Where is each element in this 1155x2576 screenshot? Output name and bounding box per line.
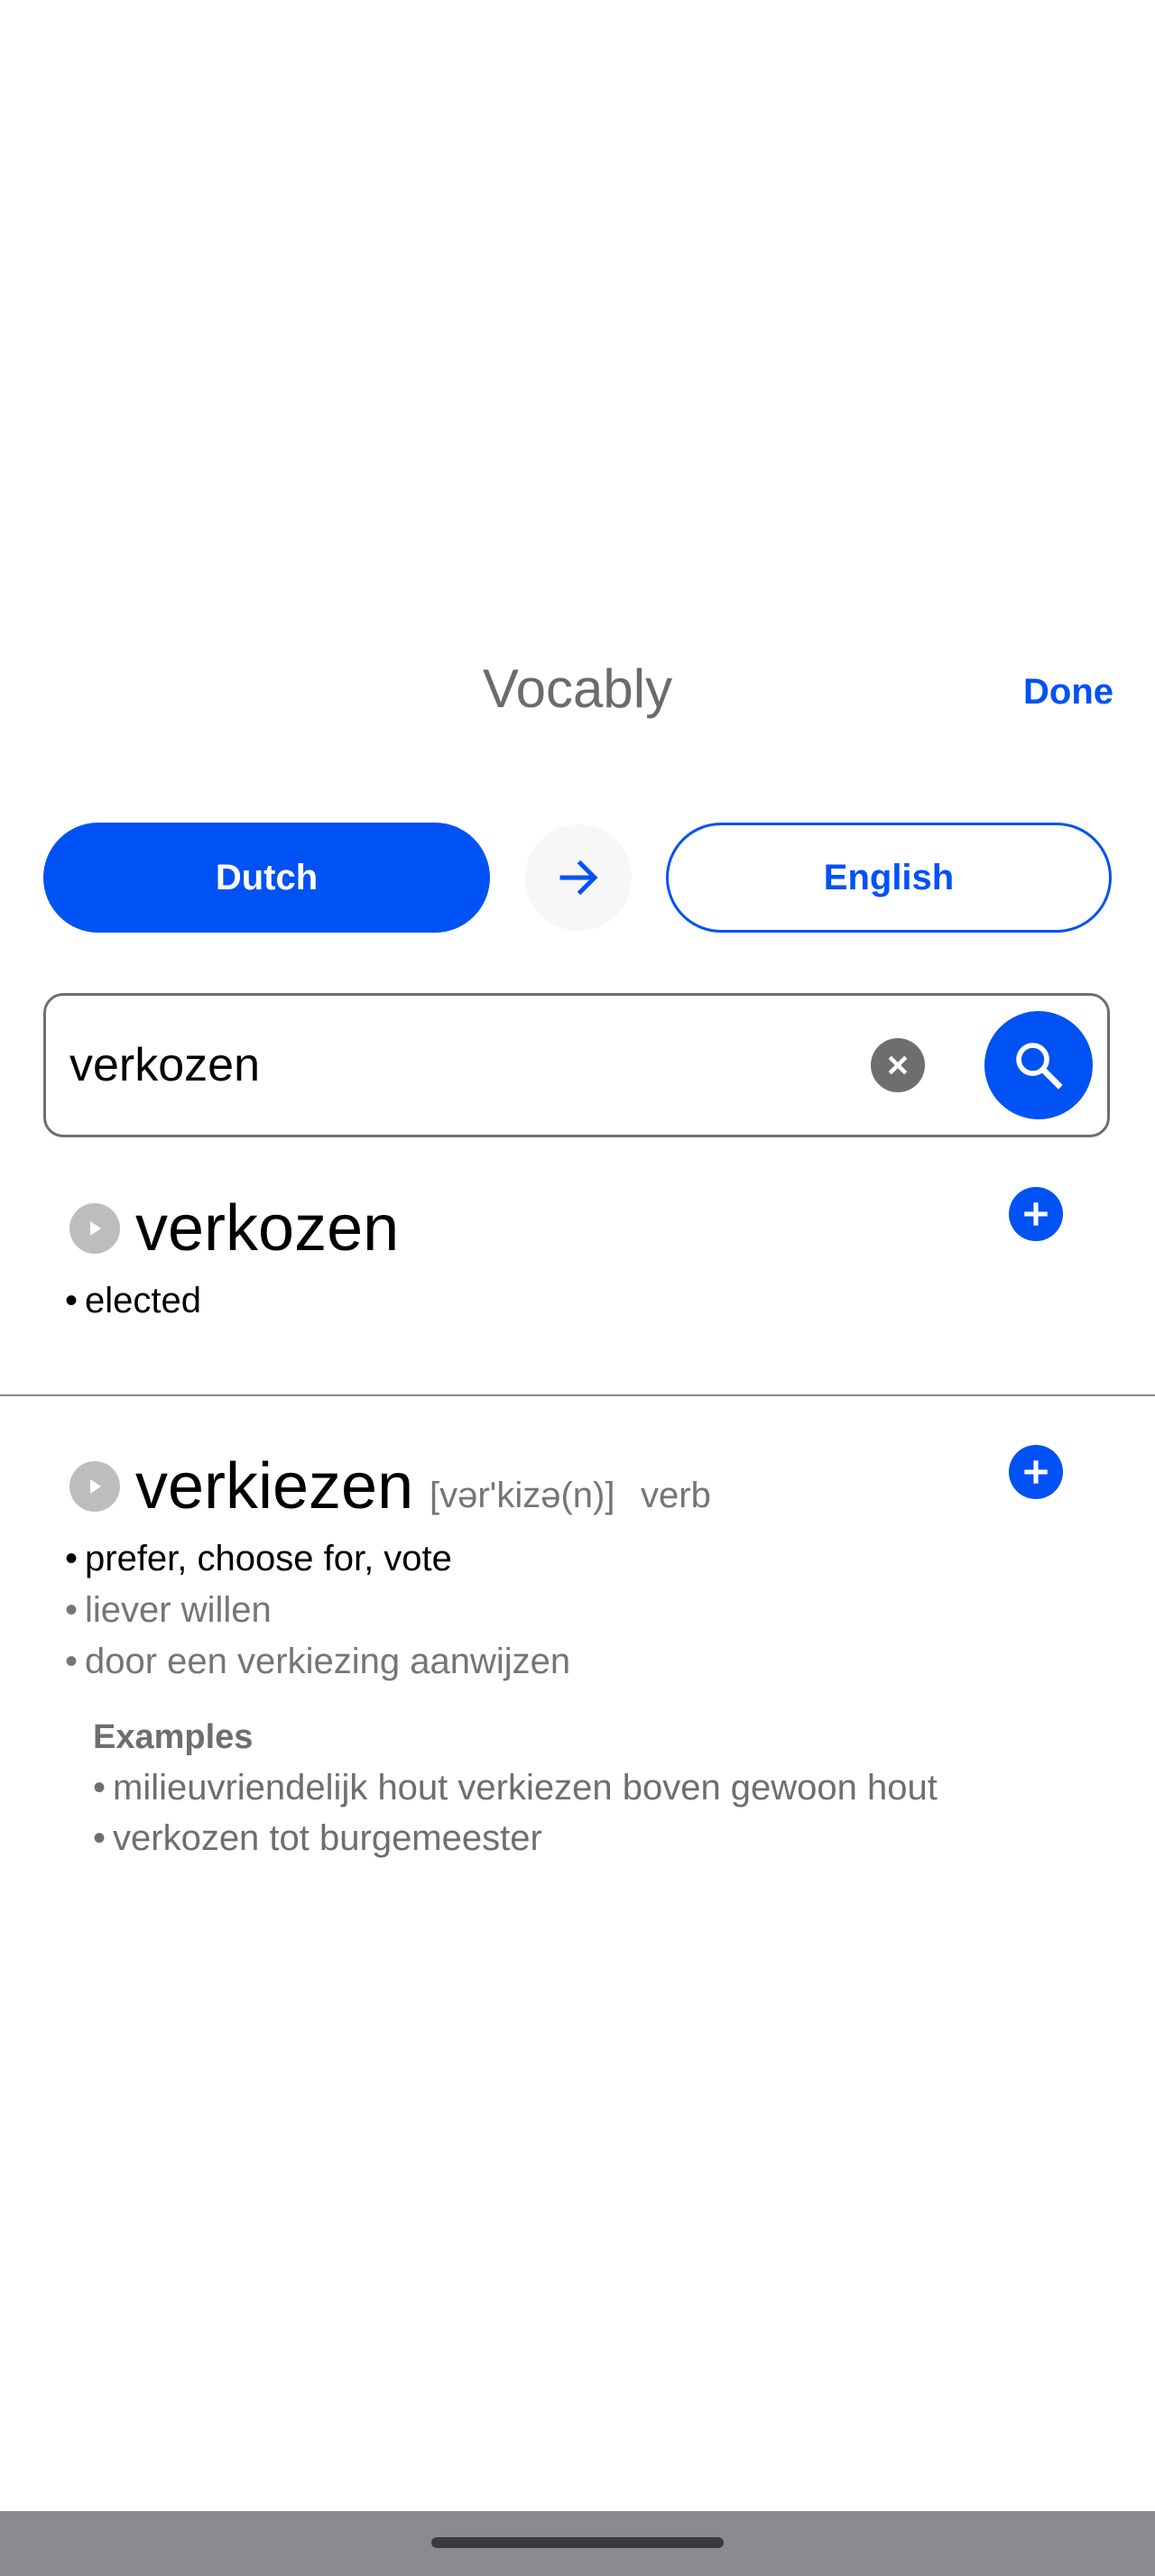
bullet: • bbox=[93, 1818, 106, 1858]
search-icon bbox=[1016, 1043, 1063, 1090]
result-1-headword: verkozen bbox=[135, 1192, 400, 1265]
result-2-pronunciation: [vər'kizə(n)] bbox=[430, 1476, 615, 1515]
target-language-button[interactable]: English bbox=[666, 823, 1112, 933]
example-text: verkozen tot burgemeester bbox=[113, 1818, 542, 1858]
result-2-definition-2: • liever willen bbox=[65, 1588, 272, 1632]
search-input[interactable] bbox=[69, 1036, 845, 1094]
bullet: • bbox=[93, 1768, 106, 1808]
done-button[interactable]: Done bbox=[1018, 669, 1119, 714]
plus-icon bbox=[1024, 1460, 1048, 1484]
result-2-definition-3: • door een verkiezing aanwijzen bbox=[65, 1640, 570, 1683]
plus-icon bbox=[1024, 1202, 1048, 1226]
play-audio-button[interactable] bbox=[69, 1203, 120, 1254]
definition-text: door een verkiezing aanwijzen bbox=[85, 1642, 571, 1681]
result-2-part-of-speech: verb bbox=[641, 1476, 711, 1515]
app-title: Vocably bbox=[482, 658, 673, 719]
bullet: • bbox=[65, 1281, 79, 1320]
swap-languages-button[interactable] bbox=[525, 824, 632, 931]
clear-circle-icon bbox=[888, 1055, 908, 1075]
home-gesture-handle[interactable] bbox=[431, 2537, 724, 2548]
example-1: • milieuvriendelijk hout verkiezen boven … bbox=[93, 1766, 938, 1809]
play-icon bbox=[90, 1221, 101, 1236]
target-language-label: English bbox=[823, 857, 955, 897]
definition-text: elected bbox=[85, 1281, 201, 1320]
result-2-headword: verkiezen bbox=[135, 1450, 414, 1523]
result-1-definition: • elected bbox=[65, 1279, 201, 1322]
definition-text: liever willen bbox=[85, 1590, 272, 1630]
source-language-button[interactable]: Dutch bbox=[43, 823, 490, 933]
bullet: • bbox=[65, 1590, 79, 1630]
bullet: • bbox=[65, 1642, 79, 1681]
result-2-play-button[interactable] bbox=[69, 1461, 120, 1512]
results-divider bbox=[0, 1394, 1155, 1396]
result-1-play-button[interactable] bbox=[69, 1203, 120, 1254]
arrow-right-icon bbox=[559, 860, 598, 896]
bullet: • bbox=[65, 1539, 79, 1578]
example-text: milieuvriendelijk hout verkiezen boven g… bbox=[113, 1768, 938, 1808]
search-button[interactable] bbox=[984, 1011, 1093, 1119]
clear-search-button[interactable] bbox=[871, 1038, 925, 1092]
play-audio-button[interactable] bbox=[69, 1461, 120, 1512]
example-2: • verkozen tot burgemeester bbox=[93, 1817, 542, 1860]
play-icon bbox=[90, 1479, 101, 1494]
examples-heading: Examples bbox=[93, 1718, 254, 1756]
result-1-add-button[interactable] bbox=[1009, 1187, 1063, 1241]
result-2-definition-1: • prefer, choose for, vote bbox=[65, 1537, 452, 1580]
search-box bbox=[43, 993, 1110, 1137]
definition-text: prefer, choose for, vote bbox=[85, 1539, 452, 1578]
result-2-add-button[interactable] bbox=[1009, 1445, 1063, 1499]
source-language-label: Dutch bbox=[215, 857, 319, 897]
